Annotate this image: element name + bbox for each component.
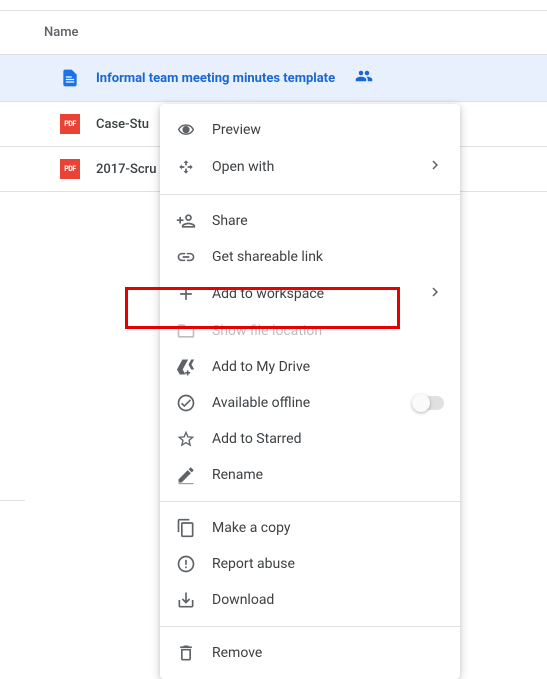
folder-icon [176,321,196,341]
menu-label: Remove [212,645,444,661]
menu-divider [160,626,460,627]
menu-remove[interactable]: Remove [160,635,460,671]
download-icon [176,590,196,610]
offline-check-icon [176,393,196,413]
menu-label: Preview [212,122,444,138]
menu-label: Add to Starred [212,431,444,447]
menu-label: Add to My Drive [212,359,444,375]
menu-label: Download [212,592,444,608]
person-add-icon [176,211,196,231]
copy-icon [176,518,196,538]
menu-divider [160,194,460,195]
menu-download[interactable]: Download [160,582,460,618]
menu-divider [160,501,460,502]
menu-rename[interactable]: Rename [160,457,460,493]
star-icon [176,429,196,449]
file-name: Informal team meeting minutes template [96,71,335,86]
trash-icon [176,643,196,663]
menu-open-with[interactable]: Open with [160,148,460,186]
menu-label: Get shareable link [212,249,444,265]
menu-show-location: Show file location [160,313,460,349]
pdf-icon: PDF [60,159,80,179]
name-column-header: Name [44,25,79,40]
menu-label: Report abuse [212,556,444,572]
menu-get-link[interactable]: Get shareable link [160,239,460,275]
plus-icon [176,284,196,304]
pencil-icon [176,465,196,485]
context-menu: Preview Open with Share Get shareable li… [160,104,460,679]
chevron-right-icon [426,283,444,305]
link-icon [176,247,196,267]
menu-label: Available offline [212,395,414,411]
menu-label: Make a copy [212,520,444,536]
column-header: Name [0,11,547,55]
drive-add-icon [176,357,196,377]
menu-add-drive[interactable]: Add to My Drive [160,349,460,385]
pdf-icon: PDF [60,114,80,134]
menu-starred[interactable]: Add to Starred [160,421,460,457]
alert-icon [176,554,196,574]
google-doc-icon [60,68,80,88]
menu-copy[interactable]: Make a copy [160,510,460,546]
open-with-icon [176,157,196,177]
file-row[interactable]: Informal team meeting minutes template [0,55,547,102]
menu-label: Show file location [212,323,444,339]
menu-preview[interactable]: Preview [160,112,460,148]
shared-icon [351,67,373,89]
menu-share[interactable]: Share [160,203,460,239]
file-name: 2017-Scru [96,162,156,177]
menu-report-abuse[interactable]: Report abuse [160,546,460,582]
chevron-right-icon [426,156,444,178]
menu-offline[interactable]: Available offline [160,385,460,421]
menu-label: Open with [212,159,426,175]
menu-add-workspace[interactable]: Add to workspace [160,275,460,313]
divider [0,500,25,501]
menu-label: Add to workspace [212,286,426,302]
menu-label: Rename [212,467,444,483]
menu-label: Share [212,213,444,229]
offline-toggle[interactable] [414,396,444,410]
file-name: Case-Stu [96,117,149,132]
eye-icon [176,120,196,140]
